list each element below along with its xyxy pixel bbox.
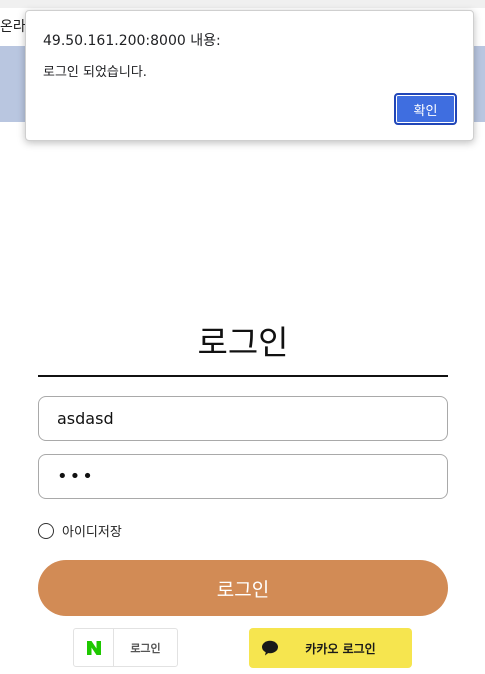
login-title: 로그인	[197, 323, 289, 362]
naver-login-label: 로그인	[130, 641, 161, 655]
naver-login-button[interactable]: 로그인	[73, 628, 178, 667]
remember-id-radio[interactable]	[38, 522, 54, 539]
kakao-login-label: 카카오 로그인	[305, 641, 376, 656]
naver-n-icon	[86, 640, 101, 655]
alert-title: 49.50.161.200:8000 내용:	[43, 33, 221, 49]
alert-ok-button[interactable]: 확인	[394, 93, 457, 125]
top-strip	[0, 0, 485, 8]
title-divider	[38, 375, 448, 377]
kakao-login-button[interactable]: 카카오 로그인	[249, 628, 412, 668]
password-input[interactable]	[38, 454, 448, 499]
naver-logo-icon	[74, 629, 114, 666]
alert-message: 로그인 되었습니다.	[43, 65, 147, 80]
alert-dialog: 49.50.161.200:8000 내용: 로그인 되었습니다. 확인	[25, 10, 474, 141]
username-input[interactable]	[38, 396, 448, 441]
remember-id-label: 아이디저장	[62, 525, 122, 540]
login-button[interactable]: 로그인	[38, 560, 448, 616]
remember-id-option[interactable]: 아이디저장	[38, 521, 122, 540]
